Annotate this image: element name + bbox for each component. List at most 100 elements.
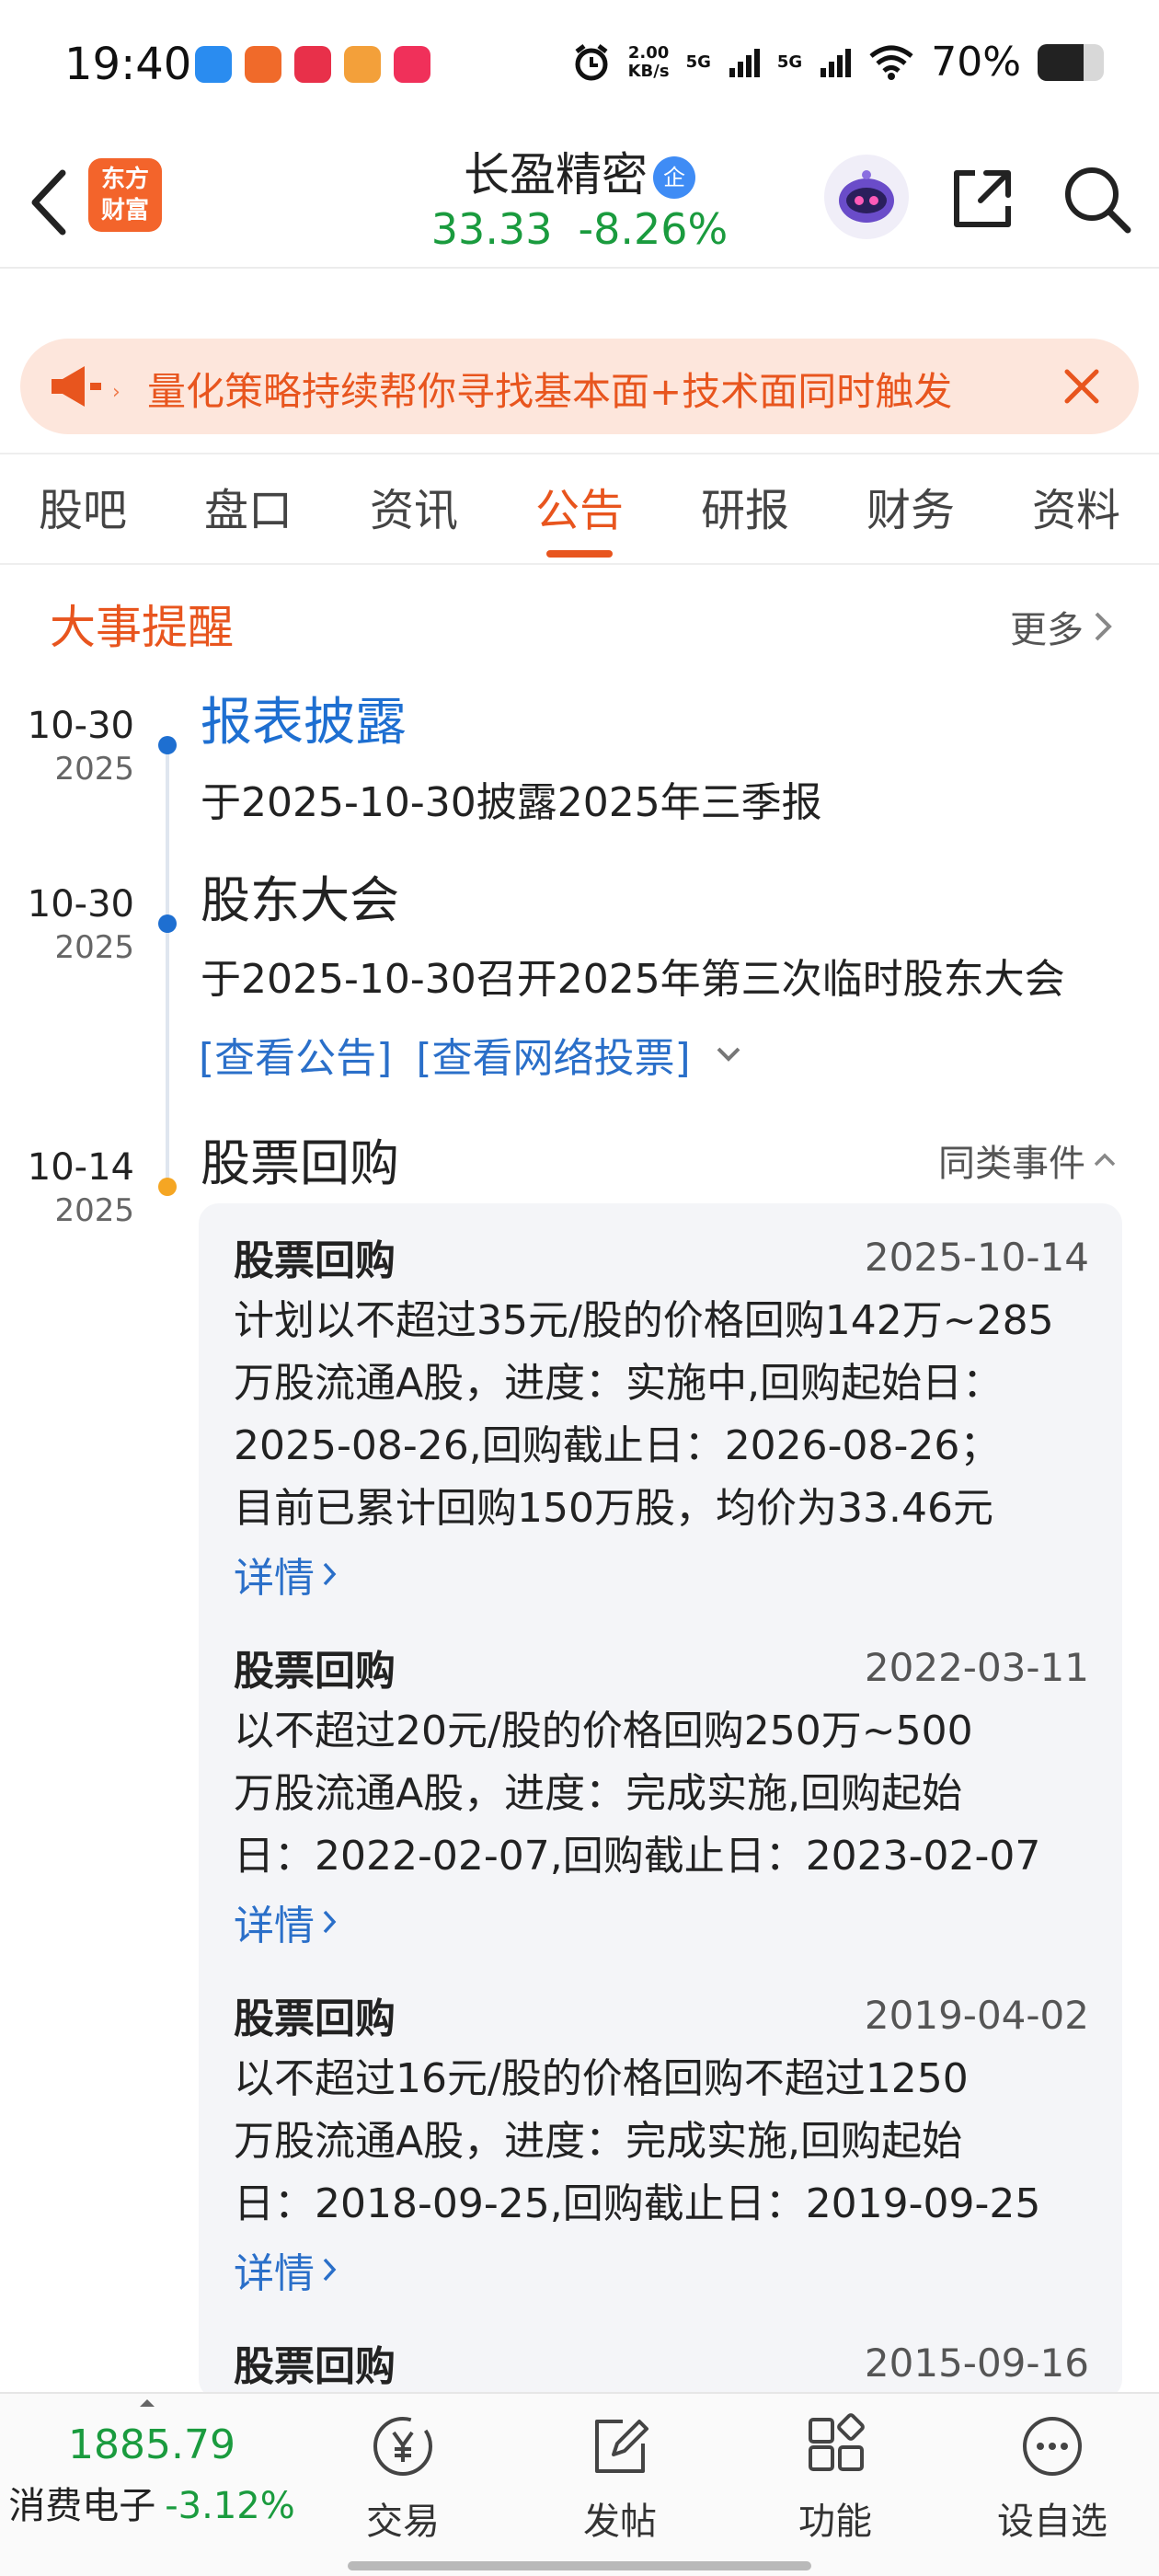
search-icon[interactable] bbox=[1060, 162, 1133, 236]
card-body: 计划以不超过35元/股的价格回购142万~285 万股流通A股，进度：实施中,回… bbox=[234, 1297, 1054, 1532]
app-notification-icon bbox=[394, 46, 430, 83]
card-body: 以不超过16元/股的价格回购不超过1250 万股流通A股，进度：完成实施,回购起… bbox=[234, 2055, 1041, 2227]
tab-profile[interactable]: 资料 bbox=[993, 478, 1159, 561]
app-notification-icon bbox=[294, 46, 331, 83]
more-link[interactable]: 更多 bbox=[1010, 600, 1113, 653]
details-link[interactable]: 详情 bbox=[234, 2237, 1089, 2302]
grid-icon bbox=[809, 2413, 865, 2471]
signal-label: 5G bbox=[685, 52, 711, 72]
card-date: 2015-09-16 bbox=[864, 2340, 1089, 2386]
card-title: 股票回购 bbox=[234, 1237, 396, 1284]
buyback-card: 股票回购 2022-03-11 以不超过20元/股的价格回购250万~500 万… bbox=[234, 1639, 1089, 1954]
yuan-icon bbox=[373, 2417, 432, 2476]
app-notification-icon bbox=[245, 46, 281, 83]
event-date: 10-30 2025 bbox=[27, 705, 134, 788]
buyback-card: 股票回购 2015-09-16 bbox=[234, 2335, 1089, 2391]
index-name-line: 消费电子 -3.12% bbox=[8, 2485, 295, 2527]
stock-header: 东方 财富 长盈精密企 33.33 -8.26% bbox=[0, 138, 1159, 269]
home-indicator[interactable] bbox=[348, 2561, 811, 2570]
index-change: -3.12% bbox=[165, 2485, 295, 2527]
view-announcement-link[interactable]: [查看公告] bbox=[199, 1025, 392, 1084]
alarm-icon bbox=[575, 43, 608, 80]
buyback-card: 股票回购 2025-10-14 计划以不超过35元/股的价格回购142万~285… bbox=[234, 1229, 1089, 1606]
nav-functions[interactable]: 功能 bbox=[752, 2412, 918, 2545]
enterprise-badge: 企 bbox=[653, 156, 695, 199]
tab-announcements[interactable]: 公告 bbox=[497, 478, 662, 561]
more-icon bbox=[1023, 2417, 1082, 2476]
notification-icons bbox=[195, 46, 430, 83]
battery-level bbox=[1038, 43, 1084, 81]
card-date: 2022-03-11 bbox=[864, 1644, 1089, 1690]
tab-pankou[interactable]: 盘口 bbox=[166, 478, 331, 561]
status-bar: 19:40 2.00 KB/s 5G 5G 70% bbox=[0, 0, 1159, 138]
status-right: 2.00 KB/s 5G 5G 70% bbox=[571, 39, 1104, 86]
stock-price: 33.33 bbox=[430, 204, 553, 254]
header-divider bbox=[0, 267, 1159, 269]
event-title: 股东大会 bbox=[201, 871, 399, 929]
signal-icon bbox=[729, 48, 760, 77]
details-link[interactable]: 详情 bbox=[234, 1542, 1089, 1606]
signal-icon bbox=[820, 48, 852, 77]
banner-separator: › bbox=[112, 381, 120, 404]
event-date: 10-14 2025 bbox=[27, 1146, 134, 1229]
chevron-down-icon[interactable] bbox=[715, 1045, 742, 1064]
card-date: 2025-10-14 bbox=[864, 1234, 1089, 1280]
network-speed: 2.00 KB/s bbox=[627, 42, 670, 81]
chevron-right-icon bbox=[323, 1562, 337, 1586]
battery-text: 70% bbox=[931, 39, 1021, 86]
megaphone-icon bbox=[52, 366, 101, 407]
tab-research[interactable]: 研报 bbox=[662, 478, 828, 561]
chevron-right-icon bbox=[1095, 612, 1112, 641]
similar-events-toggle[interactable]: 同类事件 bbox=[938, 1133, 1117, 1187]
caret-up-icon[interactable] bbox=[138, 2398, 156, 2409]
app-notification-icon bbox=[195, 46, 232, 83]
buyback-card: 股票回购 2019-04-02 以不超过16元/股的价格回购不超过1250 万股… bbox=[234, 1987, 1089, 2302]
chevron-right-icon bbox=[323, 2258, 337, 2282]
tab-news[interactable]: 资讯 bbox=[331, 478, 497, 561]
card-title: 股票回购 bbox=[234, 1648, 396, 1695]
event-desc: 于2025-10-30召开2025年第三次临时股东大会 bbox=[201, 956, 1065, 1003]
view-voting-link[interactable]: [查看网络投票] bbox=[416, 1025, 690, 1084]
app-notification-icon bbox=[344, 46, 381, 83]
event-date: 10-30 2025 bbox=[27, 883, 134, 966]
card-title: 股票回购 bbox=[234, 1995, 396, 2042]
promo-banner[interactable]: › 量化策略持续帮你寻找基本面+技术面同时触发 bbox=[20, 339, 1139, 434]
buyback-list: 股票回购 2025-10-14 计划以不超过35元/股的价格回购142万~285… bbox=[199, 1203, 1122, 2399]
index-ticker[interactable]: 1885.79 消费电子 -3.12% bbox=[0, 2421, 304, 2529]
card-body: 以不超过20元/股的价格回购250万~500 万股流通A股，进度：完成实施,回购… bbox=[234, 1708, 1041, 1880]
status-time: 19:40 bbox=[64, 39, 192, 90]
close-icon[interactable] bbox=[1061, 366, 1102, 407]
section-title: 大事提醒 bbox=[50, 601, 234, 654]
ai-assistant-robot-icon[interactable] bbox=[824, 155, 909, 239]
wifi-icon bbox=[869, 45, 913, 80]
chevron-right-icon bbox=[323, 1910, 337, 1934]
banner-text: 量化策略持续帮你寻找基本面+技术面同时触发 bbox=[147, 369, 953, 414]
card-date: 2019-04-02 bbox=[864, 1992, 1089, 2038]
signal-label: 5G bbox=[776, 52, 803, 72]
divider bbox=[0, 453, 1159, 454]
tab-finance[interactable]: 财务 bbox=[828, 478, 993, 561]
divider bbox=[0, 563, 1159, 565]
timeline-dot bbox=[158, 1178, 177, 1196]
nav-add-watchlist[interactable]: 设自选 bbox=[970, 2412, 1135, 2545]
tab-guba[interactable]: 股吧 bbox=[0, 478, 166, 561]
event-title[interactable]: 报表披露 bbox=[201, 681, 407, 755]
details-link[interactable]: 详情 bbox=[234, 1890, 1089, 1954]
timeline-dot bbox=[158, 914, 177, 933]
timeline-line bbox=[166, 745, 169, 1187]
edit-icon bbox=[595, 2420, 648, 2473]
chevron-up-icon bbox=[1094, 1153, 1116, 1167]
event-title: 股票回购 bbox=[201, 1134, 399, 1192]
event-desc: 于2025-10-30披露2025年三季报 bbox=[201, 779, 822, 826]
event-links: [查看公告] [查看网络投票] bbox=[199, 1025, 742, 1084]
nav-trade[interactable]: 交易 bbox=[320, 2412, 486, 2545]
index-value: 1885.79 bbox=[68, 2421, 235, 2468]
bottom-nav: 1885.79 消费电子 -3.12% 交易 发帖 功能 设自选 bbox=[0, 2392, 1159, 2576]
card-title: 股票回购 bbox=[234, 2343, 396, 2390]
stock-name: 长盈精密 bbox=[464, 148, 648, 201]
nav-post[interactable]: 发帖 bbox=[537, 2412, 703, 2545]
stock-change: -8.26% bbox=[578, 204, 729, 254]
share-icon[interactable] bbox=[947, 164, 1017, 234]
tab-bar: 股吧 盘口 资讯 公告 研报 财务 资料 bbox=[0, 478, 1159, 561]
timeline-dot bbox=[158, 736, 177, 754]
